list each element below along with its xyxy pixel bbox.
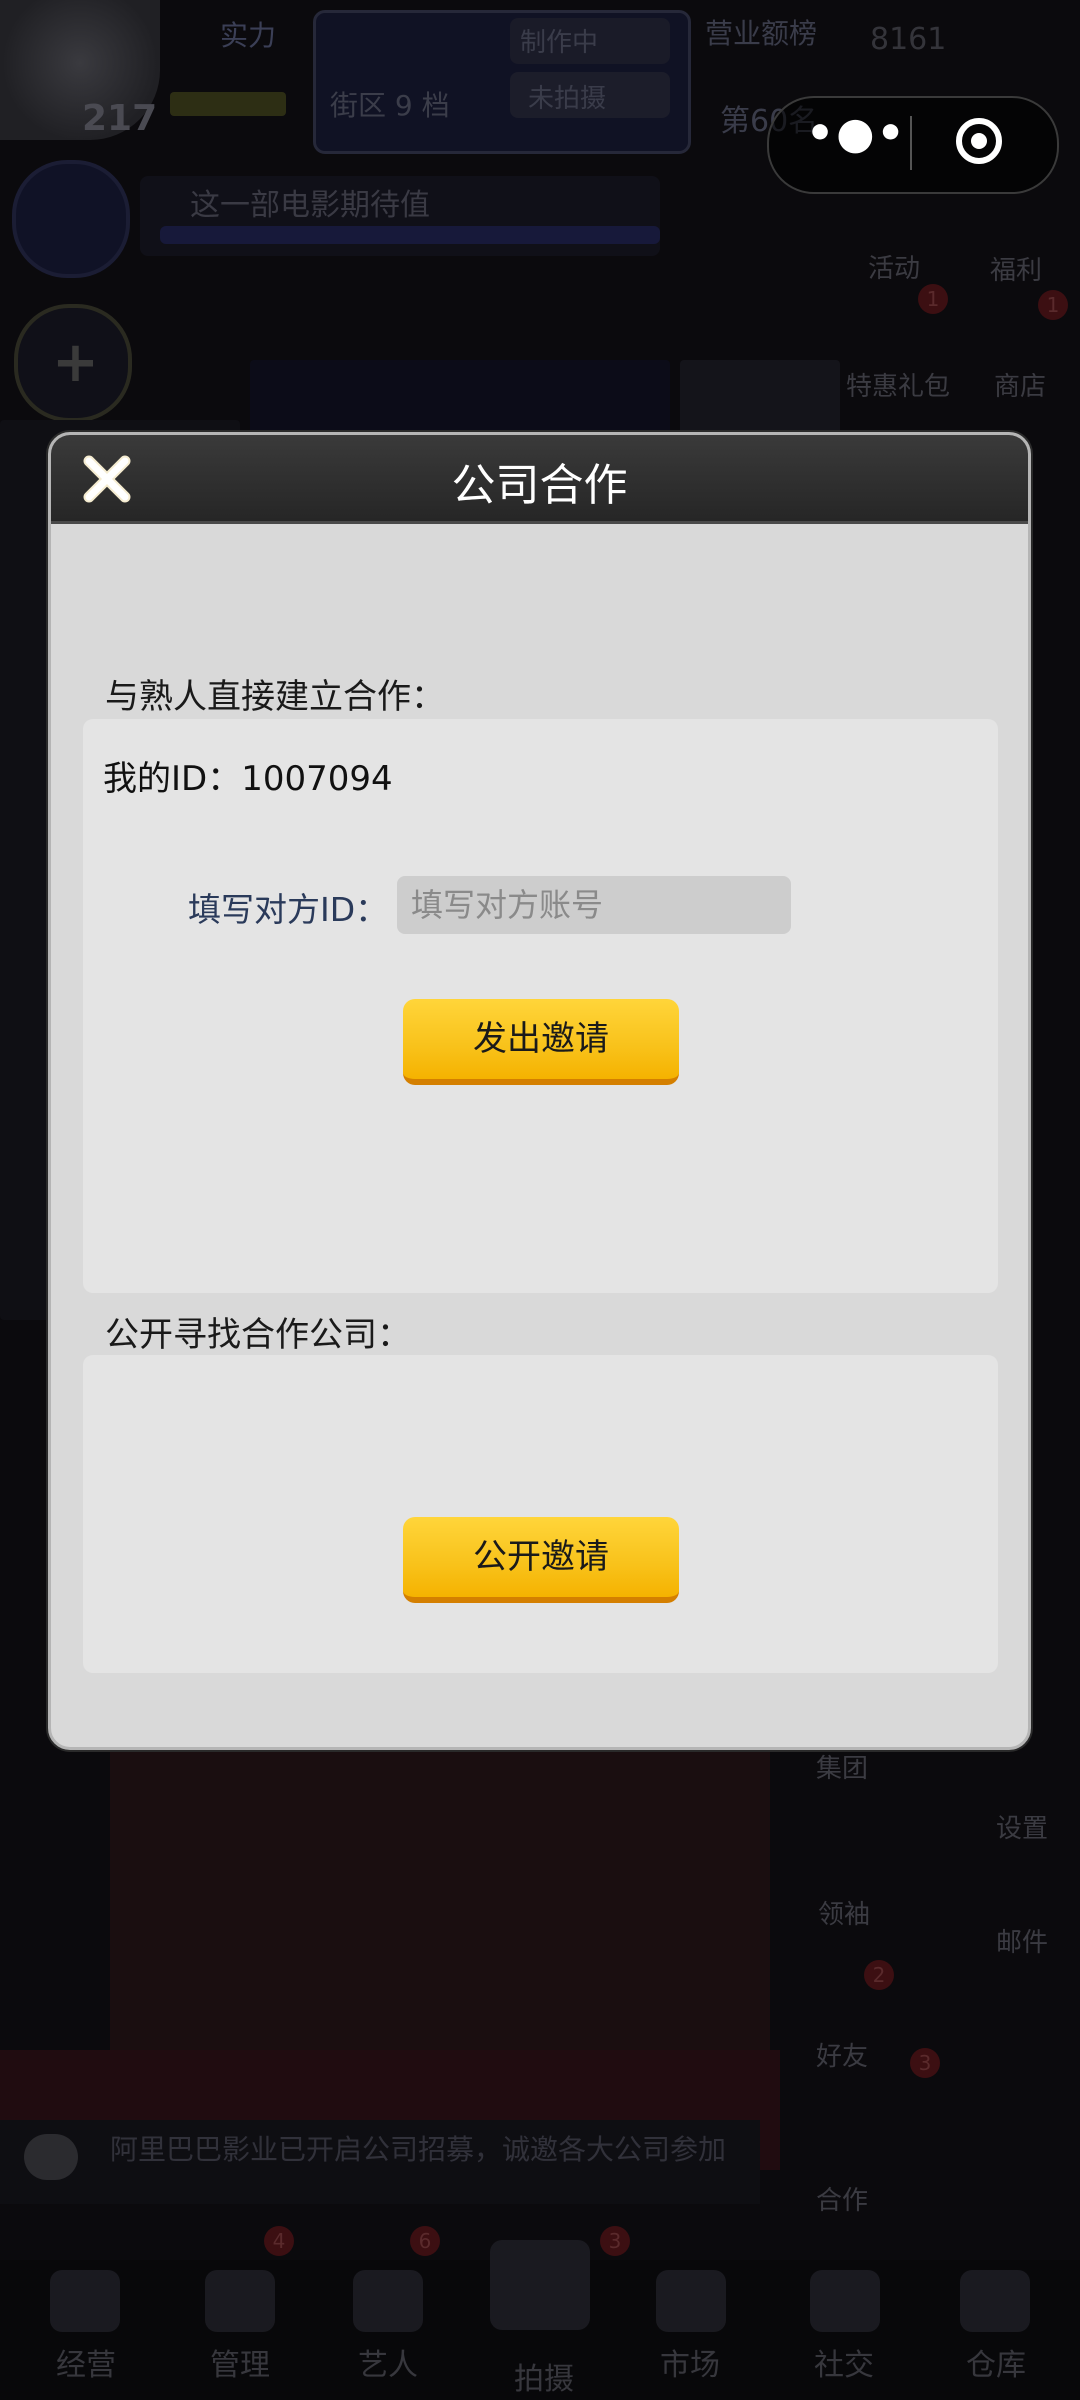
dialog-header: 公司合作 bbox=[51, 435, 1028, 524]
sidebar-item-group[interactable]: 集团 bbox=[816, 1748, 868, 1785]
street-level-text: 街区 9 档 bbox=[330, 89, 450, 122]
social-icon bbox=[810, 2270, 880, 2332]
sidebar-item-settings[interactable]: 设置 bbox=[996, 1808, 1048, 1845]
nav-shoot[interactable]: 拍摄 bbox=[484, 2354, 604, 2398]
my-id-value: 1007094 bbox=[241, 759, 393, 799]
nav-operate[interactable]: 经营 bbox=[26, 2340, 146, 2384]
nav-manage[interactable]: 管理 bbox=[180, 2340, 300, 2384]
sidebar-item-gift-pack[interactable]: 特惠礼包 bbox=[846, 366, 950, 403]
nav-social[interactable]: 社交 bbox=[784, 2340, 904, 2384]
status-text-bottom: 未拍摄 bbox=[528, 84, 607, 114]
sidebar-item-leader[interactable]: 领袖 bbox=[818, 1894, 870, 1931]
direct-cooperation-panel: 我的ID：1007094 填写对方ID： 发出邀请 bbox=[83, 719, 998, 1293]
film-reel-icon bbox=[490, 2240, 590, 2330]
public-invite-button[interactable]: 公开邀请 bbox=[403, 1517, 679, 1603]
warehouse-icon bbox=[960, 2270, 1030, 2332]
chat-bubble-icon[interactable] bbox=[24, 2134, 78, 2180]
partner-id-input[interactable] bbox=[397, 876, 791, 934]
public-search-panel: 公开邀请 bbox=[83, 1355, 998, 1673]
nav-market[interactable]: 市场 bbox=[630, 2340, 750, 2384]
operate-icon bbox=[50, 2270, 120, 2332]
expectation-progress bbox=[160, 226, 660, 244]
sidebar-item-mail[interactable]: 邮件 bbox=[996, 1922, 1048, 1959]
badge-friends: 2 bbox=[864, 1960, 894, 1990]
send-invite-button[interactable]: 发出邀请 bbox=[403, 999, 679, 1085]
studio-stage bbox=[110, 1740, 770, 2080]
badge-shop: 1 bbox=[1038, 290, 1068, 320]
badge-gift: 1 bbox=[918, 284, 948, 314]
more-dots-icon[interactable]: •●• bbox=[806, 108, 907, 159]
chat-message: 阿里巴巴影业已开启公司招募，诚邀各大公司参加 bbox=[110, 2133, 727, 2166]
market-icon bbox=[656, 2270, 726, 2332]
strength-label: 实力 bbox=[220, 19, 277, 52]
target-close-dot bbox=[971, 133, 987, 149]
badge-shoot: 3 bbox=[600, 2226, 630, 2256]
badge-manage: 4 bbox=[264, 2226, 294, 2256]
profit-circle[interactable] bbox=[12, 160, 130, 278]
sidebar-item-cooperation[interactable]: 合作 bbox=[816, 2180, 868, 2217]
coin-count: 8161 bbox=[870, 22, 947, 57]
capsule-divider bbox=[910, 116, 912, 170]
rank-label: 营业额榜 bbox=[705, 17, 818, 50]
company-cooperation-dialog: 公司合作 与熟人直接建立合作： 我的ID：1007094 填写对方ID： 发出邀… bbox=[48, 432, 1031, 1750]
partner-id-label: 填写对方ID： bbox=[188, 890, 389, 929]
direct-cooperation-label: 与熟人直接建立合作： bbox=[105, 677, 445, 717]
dialog-title: 公司合作 bbox=[451, 460, 628, 511]
manage-icon bbox=[205, 2270, 275, 2332]
artist-icon bbox=[353, 2270, 423, 2332]
public-search-label: 公开寻找合作公司： bbox=[105, 1315, 411, 1355]
player-level: 217 bbox=[82, 98, 158, 139]
sidebar-item-activity[interactable]: 活动 bbox=[868, 248, 920, 285]
status-text-top: 制作中 bbox=[520, 28, 599, 58]
nav-warehouse[interactable]: 仓库 bbox=[936, 2340, 1056, 2384]
sidebar-item-welfare[interactable]: 福利 bbox=[990, 250, 1042, 287]
badge-cooperation: 3 bbox=[910, 2048, 940, 2078]
sidebar-item-friends[interactable]: 好友 bbox=[816, 2036, 868, 2073]
my-id-row: 我的ID：1007094 bbox=[103, 751, 393, 800]
sidebar-item-shop[interactable]: 商店 bbox=[994, 366, 1046, 403]
my-id-label: 我的ID： bbox=[103, 759, 242, 799]
movie-expectation-text: 这一部电影期待值 bbox=[190, 188, 430, 223]
badge-artist: 6 bbox=[410, 2226, 440, 2256]
strength-bar bbox=[170, 92, 286, 116]
plus-icon: + bbox=[52, 330, 99, 395]
nav-artist[interactable]: 艺人 bbox=[328, 2340, 448, 2384]
